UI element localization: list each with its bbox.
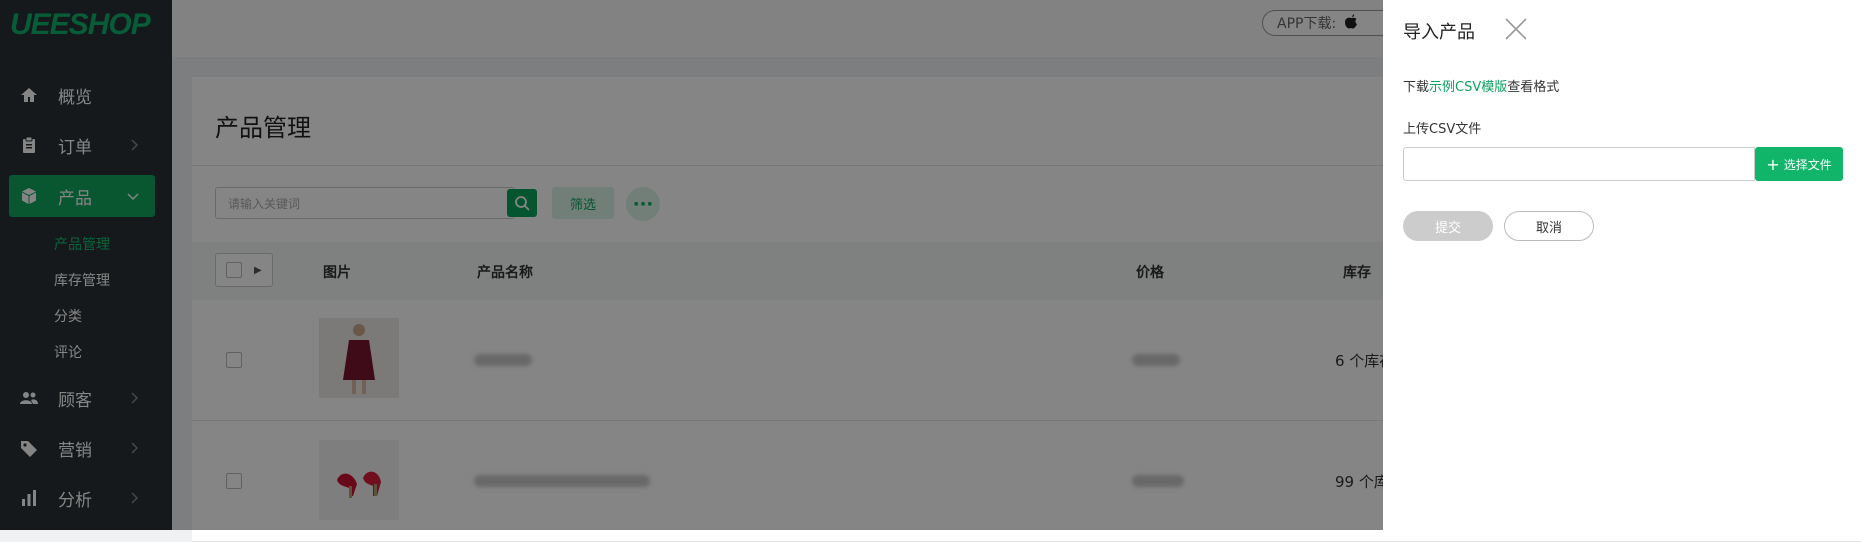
plus-icon: +: [1766, 154, 1780, 174]
drawer-title: 导入产品: [1403, 22, 1475, 43]
download-suffix: 查看格式: [1507, 80, 1560, 95]
cancel-button[interactable]: 取消: [1504, 211, 1594, 241]
submit-button[interactable]: 提交: [1403, 211, 1493, 241]
file-path-input[interactable]: [1403, 147, 1755, 181]
modal-overlay[interactable]: [0, 0, 1383, 530]
sample-csv-link[interactable]: 示例CSV模版: [1429, 80, 1507, 95]
close-icon[interactable]: [1503, 16, 1529, 42]
import-products-drawer: 导入产品 下载示例CSV模版查看格式 上传CSV文件 + 选择文件 提交 取消: [1383, 0, 1861, 530]
download-prefix: 下载: [1403, 80, 1430, 95]
upload-csv-label: 上传CSV文件: [1403, 122, 1482, 137]
download-template-line: 下载示例CSV模版查看格式: [1403, 76, 1559, 95]
choose-file-button[interactable]: + 选择文件: [1755, 147, 1843, 181]
choose-file-label: 选择文件: [1783, 157, 1832, 172]
